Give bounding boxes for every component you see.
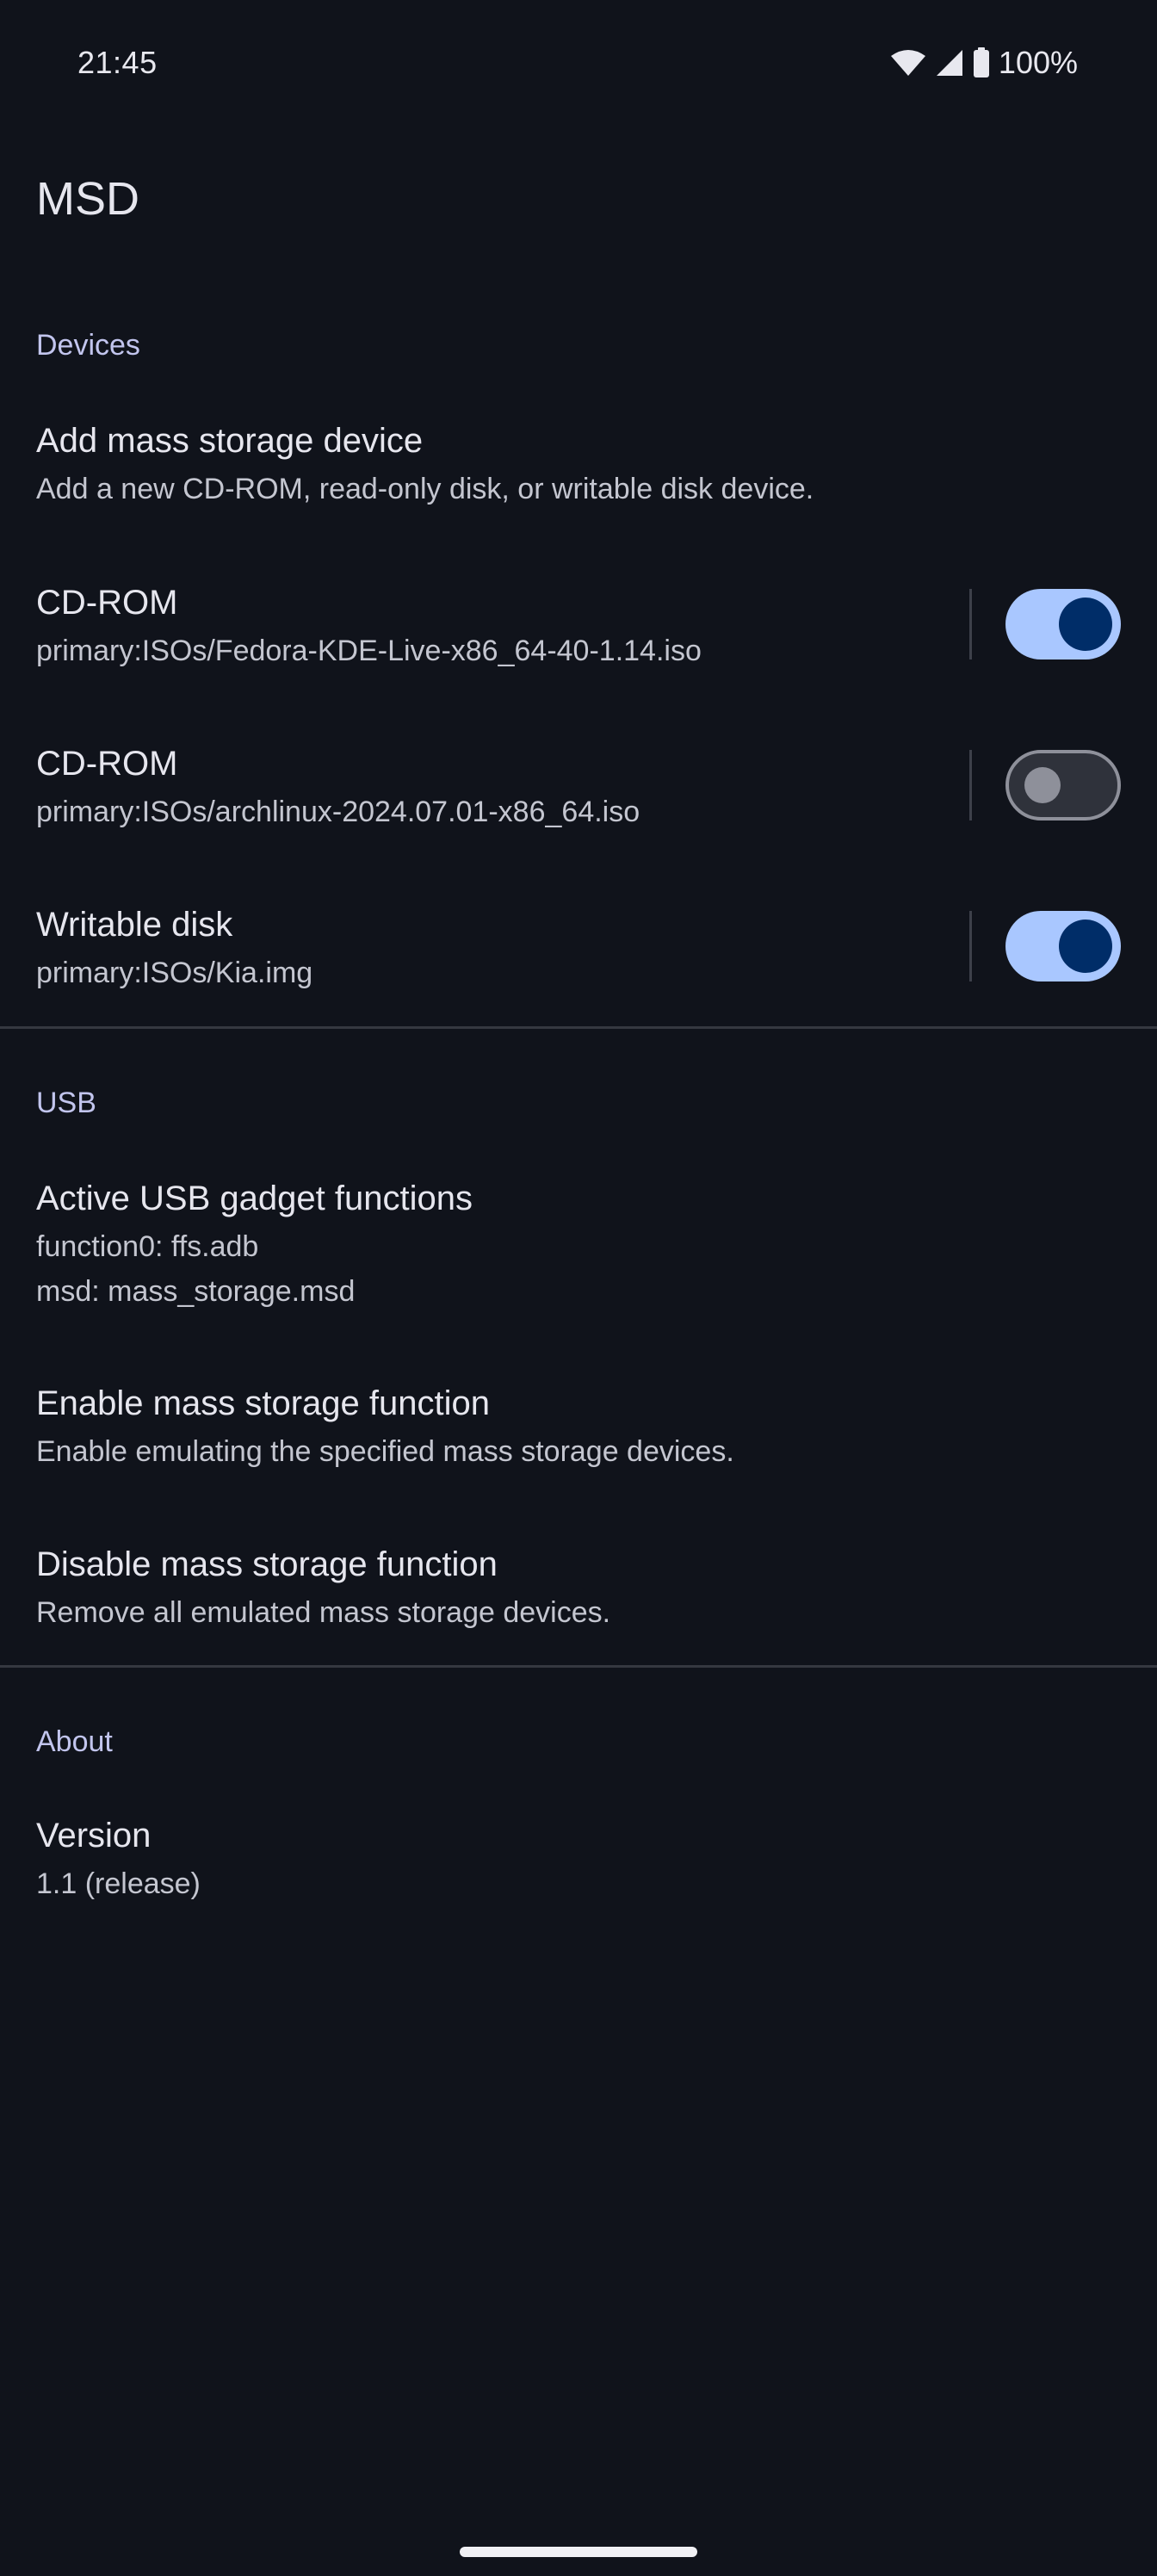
device-title: CD-ROM — [36, 745, 178, 783]
battery-icon — [973, 47, 990, 78]
item-divider — [969, 911, 972, 981]
device-item-writable-disk[interactable]: Writable disk primary:ISOs/Kia.img — [0, 890, 1157, 1002]
active-function-line: function0: ffs.adb — [36, 1230, 259, 1263]
status-bar: 21:45 100% — [0, 0, 1157, 129]
disable-mass-storage-item[interactable]: Disable mass storage function Remove all… — [0, 1530, 1157, 1650]
device-item-cdrom-fedora[interactable]: CD-ROM primary:ISOs/Fedora-KDE-Live-x86_… — [0, 568, 1157, 680]
device-title: CD-ROM — [36, 584, 178, 622]
enable-mass-storage-item[interactable]: Enable mass storage function Enable emul… — [0, 1369, 1157, 1489]
device-toggle-switch[interactable] — [1005, 911, 1121, 981]
section-header-usb: USB — [36, 1087, 96, 1119]
active-function-line: msd: mass_storage.msd — [36, 1275, 356, 1308]
device-toggle-switch[interactable] — [1005, 589, 1121, 659]
enable-title: Enable mass storage function — [36, 1384, 490, 1422]
add-device-summary: Add a new CD-ROM, read-only disk, or wri… — [36, 473, 814, 505]
signal-icon — [935, 49, 964, 77]
enable-summary: Enable emulating the specified mass stor… — [36, 1435, 734, 1468]
add-mass-storage-device-item[interactable]: Add mass storage device Add a new CD-ROM… — [0, 405, 1157, 534]
status-icons: 100% — [890, 45, 1078, 81]
status-time: 21:45 — [77, 45, 158, 80]
active-usb-functions-item[interactable]: Active USB gadget functions function0: f… — [0, 1162, 1157, 1317]
disable-summary: Remove all emulated mass storage devices… — [36, 1596, 611, 1629]
version-title: Version — [36, 1817, 152, 1855]
section-header-devices: Devices — [36, 329, 140, 362]
battery-percent: 100% — [998, 45, 1078, 80]
section-divider — [0, 1665, 1157, 1668]
item-divider — [969, 589, 972, 659]
switch-thumb — [1059, 598, 1112, 651]
version-item[interactable]: Version 1.1 (release) — [0, 1801, 1157, 1922]
device-title: Writable disk — [36, 906, 233, 944]
section-divider — [0, 1026, 1157, 1029]
device-item-cdrom-arch[interactable]: CD-ROM primary:ISOs/archlinux-2024.07.01… — [0, 729, 1157, 841]
active-functions-title: Active USB gadget functions — [36, 1180, 473, 1217]
page-title: MSD — [36, 173, 139, 225]
add-device-title: Add mass storage device — [36, 422, 424, 460]
switch-thumb — [1024, 767, 1061, 803]
device-path: primary:ISOs/Kia.img — [36, 957, 313, 989]
item-divider — [969, 750, 972, 820]
disable-title: Disable mass storage function — [36, 1545, 498, 1583]
switch-thumb — [1059, 920, 1112, 973]
section-header-about: About — [36, 1725, 113, 1758]
device-path: primary:ISOs/archlinux-2024.07.01-x86_64… — [36, 796, 640, 828]
gesture-nav-handle[interactable] — [460, 2547, 697, 2557]
wifi-icon — [890, 49, 926, 77]
device-path: primary:ISOs/Fedora-KDE-Live-x86_64-40-1… — [36, 635, 702, 667]
version-summary: 1.1 (release) — [36, 1867, 201, 1900]
device-toggle-switch[interactable] — [1005, 750, 1121, 820]
